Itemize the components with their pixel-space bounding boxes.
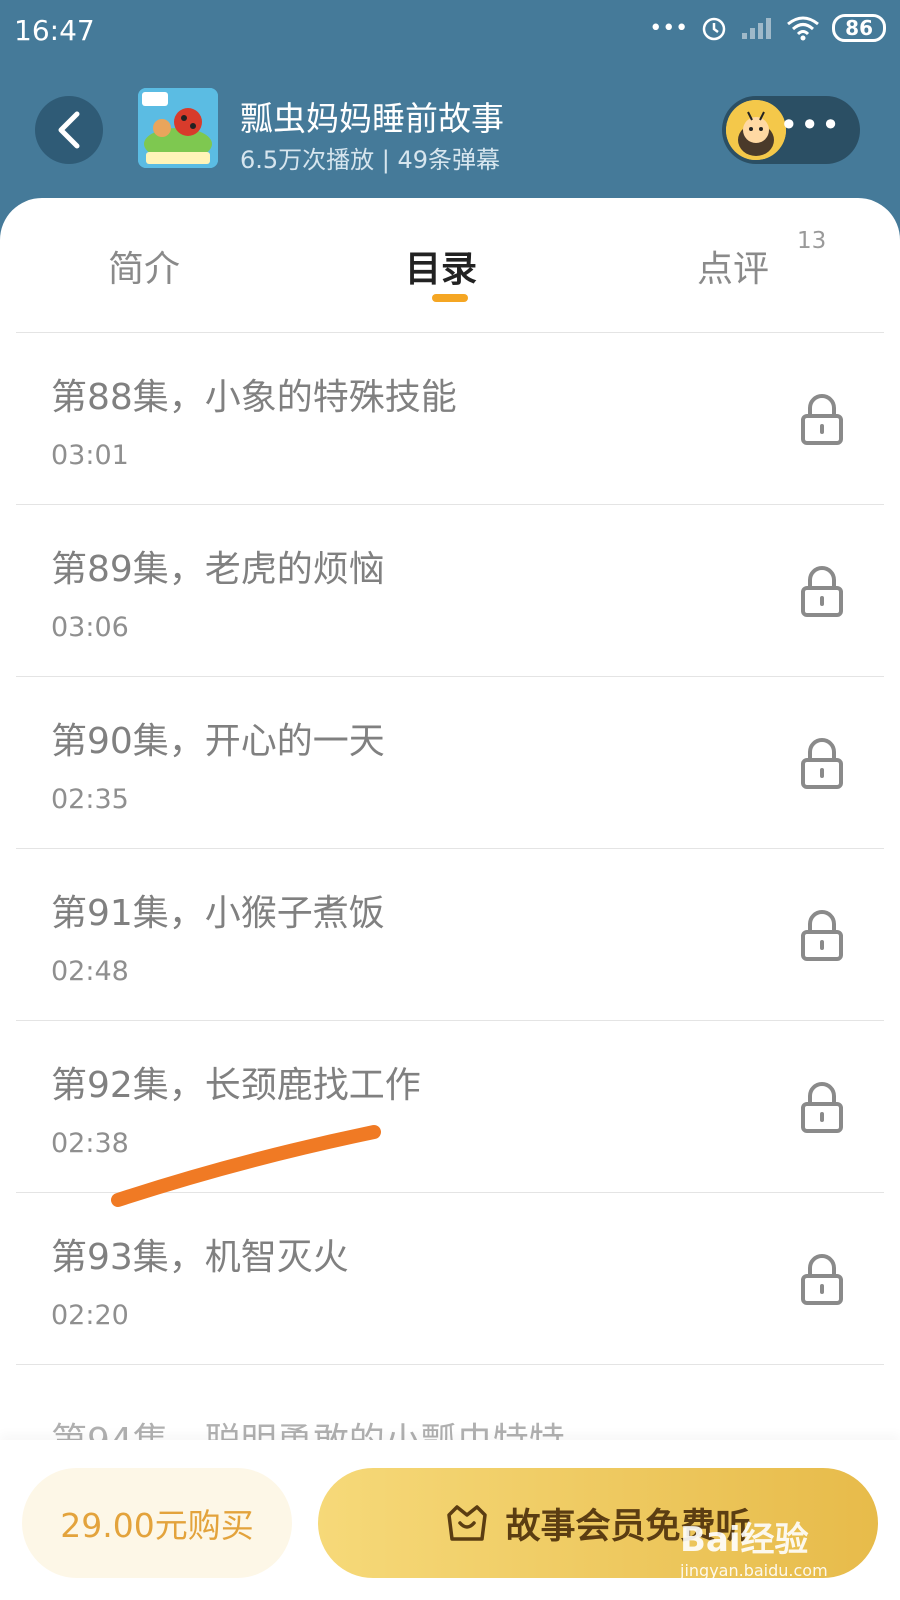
back-button[interactable] bbox=[35, 96, 103, 164]
episode-duration: 03:06 bbox=[51, 612, 129, 643]
lock-icon bbox=[801, 566, 843, 617]
episode-title: 第88集，小象的特殊技能 bbox=[51, 377, 457, 418]
album-cover[interactable] bbox=[138, 88, 218, 168]
episode-duration: 02:38 bbox=[51, 1128, 129, 1159]
reviews-count-badge: 13 bbox=[797, 228, 827, 254]
signal-icon bbox=[742, 18, 772, 39]
more-dots-icon: ••• bbox=[649, 15, 689, 41]
chevron-left-icon bbox=[58, 111, 80, 149]
row-divider bbox=[16, 1364, 884, 1365]
active-tab-indicator bbox=[432, 294, 468, 302]
avatar-image bbox=[726, 100, 786, 160]
row-divider bbox=[16, 1020, 884, 1021]
battery-indicator: 86 bbox=[832, 14, 886, 42]
album-stats: 6.5万次播放 | 49条弹幕 bbox=[240, 146, 501, 174]
episode-duration: 02:35 bbox=[51, 784, 129, 815]
crown-bag-icon bbox=[447, 1505, 488, 1541]
episode-duration: 02:48 bbox=[51, 956, 129, 987]
row-divider bbox=[16, 848, 884, 849]
tab-reviews[interactable]: 点评 bbox=[697, 240, 769, 292]
row-divider bbox=[16, 676, 884, 677]
header-capsule: ••• bbox=[722, 96, 860, 164]
status-icons: ••• 86 bbox=[649, 14, 886, 42]
watermark-main: Bai经验 bbox=[680, 1520, 809, 1560]
episode-duration: 02:20 bbox=[51, 1300, 129, 1331]
lock-icon bbox=[801, 1082, 843, 1133]
episode-title: 第92集，长颈鹿找工作 bbox=[51, 1065, 421, 1106]
album-title: 瓢虫妈妈睡前故事 bbox=[240, 99, 504, 138]
row-divider bbox=[16, 1192, 884, 1193]
watermark-sub: jingyan.baidu.com bbox=[680, 1561, 828, 1580]
status-time: 16:47 bbox=[14, 14, 95, 47]
lock-icon bbox=[801, 910, 843, 961]
buy-button[interactable]: 29.00元购买 bbox=[22, 1468, 292, 1578]
alarm-icon bbox=[702, 17, 726, 41]
watermark: Bai经验 jingyan.baidu.com bbox=[680, 1512, 870, 1582]
wifi-icon bbox=[787, 16, 820, 41]
episode-title: 第90集，开心的一天 bbox=[51, 721, 385, 762]
episode-duration: 03:01 bbox=[51, 440, 129, 471]
tab-divider bbox=[16, 332, 884, 333]
episode-title: 第93集，机智灭火 bbox=[51, 1237, 349, 1278]
row-divider bbox=[16, 504, 884, 505]
status-bar: 16:47 ••• 86 bbox=[0, 0, 900, 62]
lock-icon bbox=[801, 394, 843, 445]
episode-title: 第91集，小猴子煮饭 bbox=[51, 893, 385, 934]
episode-title: 第89集，老虎的烦恼 bbox=[51, 549, 385, 590]
album-cover-art bbox=[138, 88, 218, 168]
buy-button-label: 29.00元购买 bbox=[60, 1506, 254, 1545]
more-options-button[interactable]: ••• bbox=[779, 106, 842, 144]
lock-icon bbox=[801, 738, 843, 789]
tab-catalog[interactable]: 目录 bbox=[405, 240, 477, 292]
avatar[interactable] bbox=[726, 100, 786, 160]
lock-icon bbox=[801, 1254, 843, 1305]
tab-intro[interactable]: 简介 bbox=[108, 240, 180, 292]
